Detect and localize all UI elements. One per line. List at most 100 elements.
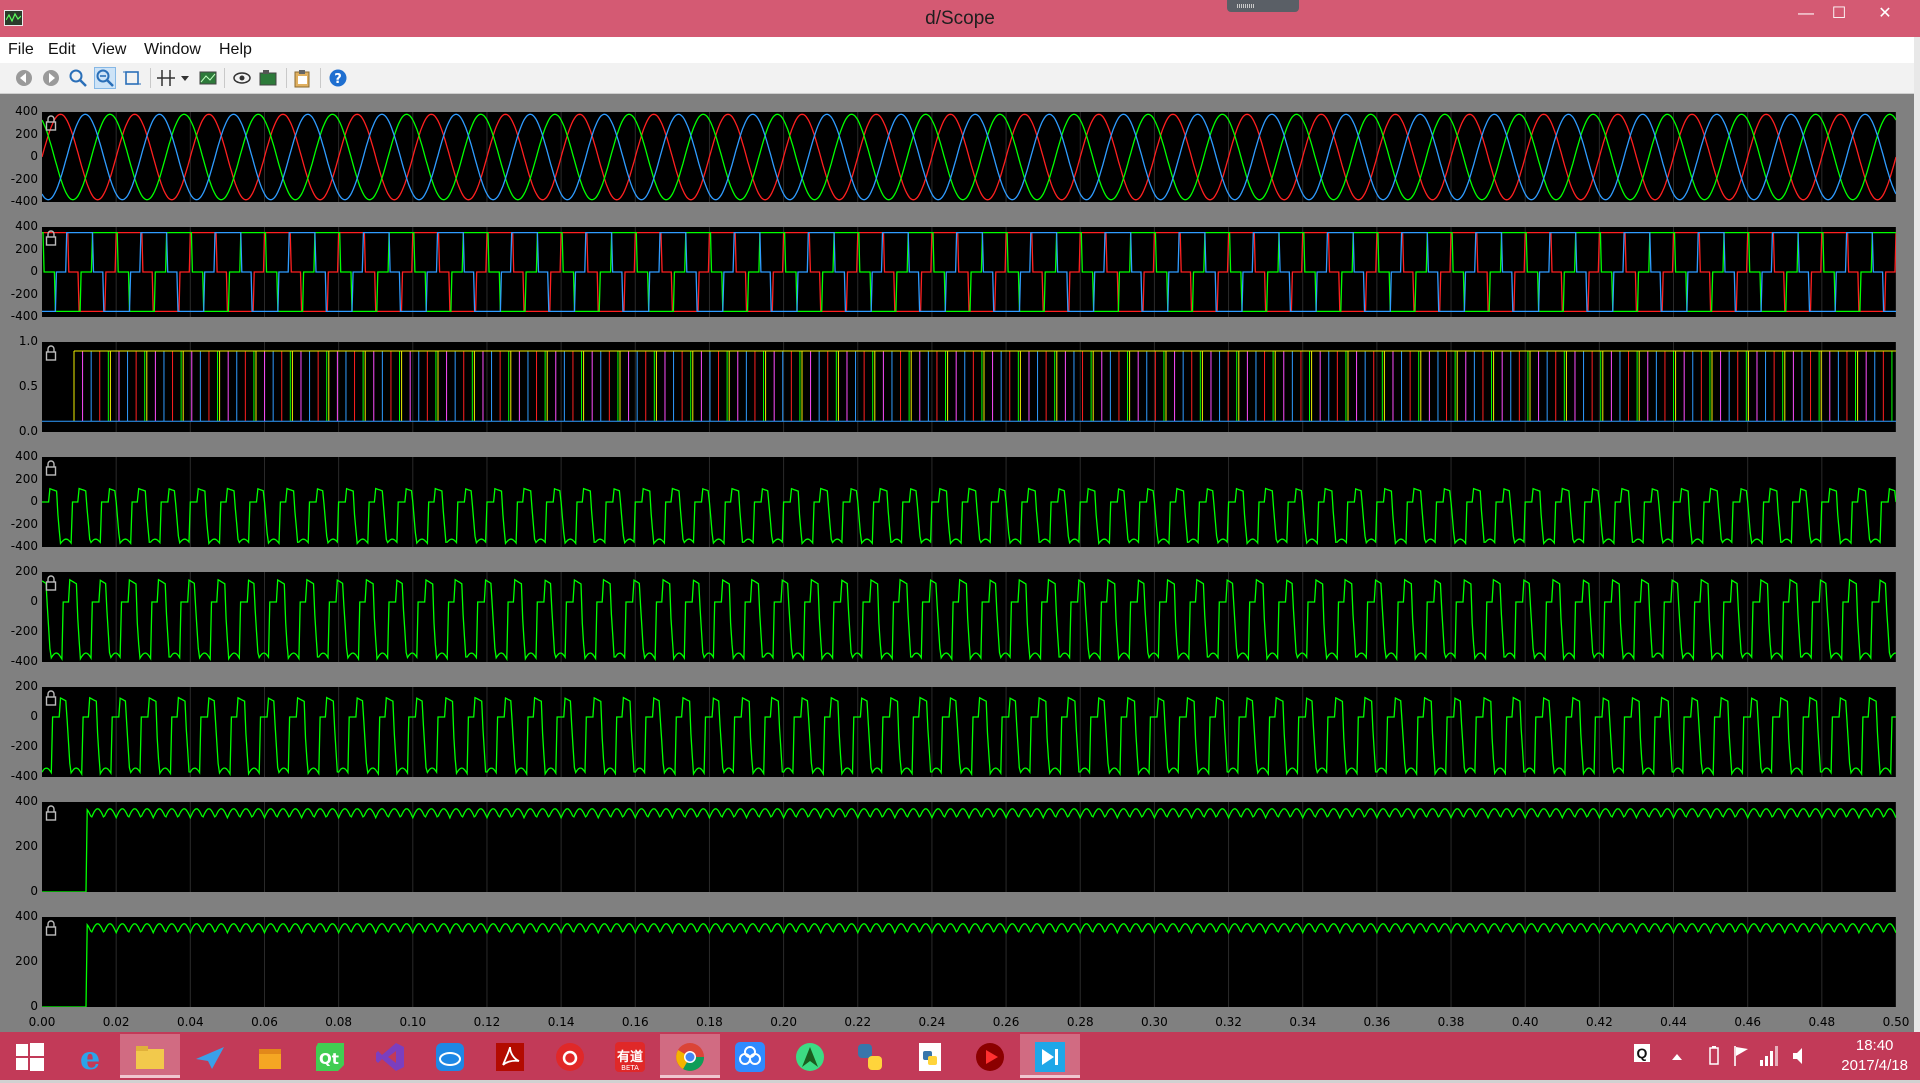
y-tick-label: 0 [30,494,38,508]
x-tick-label: 0.28 [1066,1015,1094,1029]
y-tick-label: 400 [15,909,38,923]
y-tick-label: 200 [15,126,38,141]
toolbar: ? [0,63,1914,94]
visual-studio-icon [374,1041,406,1073]
acrobat-taskbar-button[interactable] [480,1034,540,1078]
scope-panel-5[interactable] [42,572,1896,662]
panel-lock-icon[interactable] [45,690,57,706]
scope-trace-2 [42,227,1896,317]
y-tick-label: 400 [15,219,38,233]
scope-panel-3[interactable] [42,342,1896,432]
network-icon[interactable] [1758,1032,1778,1080]
windows-start-taskbar-button[interactable] [0,1034,60,1078]
flag-icon[interactable] [1732,1032,1750,1080]
tray-q-icon[interactable]: Q [1632,1032,1654,1080]
tray-expand-icon[interactable] [1670,1032,1684,1080]
y-tick-label: 0.0 [18,424,38,438]
y-tick-label: 200 [15,839,38,853]
cursor-icon[interactable] [156,68,176,88]
x-tick-label: 0.24 [918,1015,946,1029]
y-tick-label: 0 [30,264,38,278]
svg-text:e: e [80,1041,100,1073]
netease-music-icon [554,1041,586,1073]
dscope-taskbar-button[interactable] [1020,1034,1080,1078]
scope-trace-3 [42,342,1896,432]
volume-icon[interactable] [1790,1032,1810,1080]
zoom-out-icon[interactable] [94,67,116,89]
python-taskbar-button[interactable] [840,1034,900,1078]
maximize-button[interactable]: ☐ [1822,0,1856,30]
netease-music-taskbar-button[interactable] [540,1034,600,1078]
y-tick-label: 200 [15,241,38,256]
menu-window[interactable]: Window [144,41,201,59]
y-tick-label: -200 [10,739,38,753]
box-app-taskbar-button[interactable] [240,1034,300,1078]
cloud-app-taskbar-button[interactable] [420,1034,480,1078]
x-tick-label: 0.48 [1808,1015,1836,1029]
python-file-icon [914,1041,946,1073]
scope-panel-4[interactable] [42,457,1896,547]
qt-taskbar-button[interactable]: Qt [300,1034,360,1078]
title-grip[interactable] [1227,0,1299,12]
bird-app-taskbar-button[interactable] [180,1034,240,1078]
youdao-taskbar-button[interactable]: 有道 BETA [600,1034,660,1078]
youdao-beta-badge: BETA [621,1064,639,1072]
scope-panel-6[interactable] [42,687,1896,777]
scope-panel-1[interactable] [42,112,1896,202]
menu-bar: File Edit View Window Help [0,37,1914,63]
panel-lock-icon[interactable] [45,345,57,361]
y-tick-label: 0 [30,884,38,898]
file-explorer-icon [134,1041,166,1073]
signal-series-1 [42,113,1896,201]
scope-panel-8[interactable] [42,917,1896,1007]
panel-lock-icon[interactable] [45,460,57,476]
menu-help[interactable]: Help [219,41,252,59]
clipboard-icon[interactable] [292,68,312,88]
forward-icon[interactable] [41,68,61,88]
image-icon[interactable] [198,68,218,88]
panel-lock-icon[interactable] [45,805,57,821]
help-icon[interactable]: ? [328,68,348,88]
back-icon[interactable] [14,68,34,88]
x-tick-label: 0.40 [1511,1015,1539,1029]
scope-plot-area[interactable]: 400 200 0 -200 -400 400 200 0 -200 -400 1.0 0.5 0.0 4… [0,94,1914,1032]
battery-icon[interactable] [1707,1032,1721,1080]
android-studio-taskbar-button[interactable] [780,1034,840,1078]
python-file-taskbar-button[interactable] [900,1034,960,1078]
eye-icon[interactable] [232,68,252,88]
x-tick-label: 0.18 [696,1015,723,1029]
panel-lock-icon[interactable] [45,230,57,246]
y-tick-label: 400 [15,449,38,463]
zoom-in-icon[interactable] [68,68,88,88]
signal-series-1 [42,487,1896,546]
camera-icon[interactable] [258,68,278,88]
media-player-taskbar-button[interactable] [960,1034,1020,1078]
android-studio-icon [794,1041,826,1073]
chrome-taskbar-button[interactable] [660,1034,720,1078]
minimize-button[interactable]: — [1789,0,1823,30]
internet-explorer-taskbar-button[interactable]: e [60,1034,120,1078]
y-tick-label: -400 [10,309,38,323]
y-tick-label: 0 [30,709,38,723]
scope-panel-7[interactable] [42,802,1896,892]
file-explorer-taskbar-button[interactable] [120,1034,180,1078]
dropdown-icon[interactable] [180,68,190,88]
panel-lock-icon[interactable] [45,920,57,936]
youdao-label: 有道 [616,1050,643,1065]
taskbar-clock[interactable]: 18:40 2017/4/18 [1841,1036,1908,1076]
menu-file[interactable]: File [8,41,34,59]
zoom-box-icon[interactable] [122,68,142,88]
dscope-icon [1034,1041,1066,1073]
clock-time: 18:40 [1855,1037,1894,1054]
x-tick-label: 0.46 [1734,1015,1762,1029]
close-button[interactable]: ✕ [1862,0,1908,30]
panel-lock-icon[interactable] [45,575,57,591]
visual-studio-taskbar-button[interactable] [360,1034,420,1078]
baidu-cloud-taskbar-button[interactable] [720,1034,780,1078]
panel-lock-icon[interactable] [45,115,57,131]
x-tick-label: 0.36 [1363,1015,1391,1029]
scope-panel-2[interactable] [42,227,1896,317]
x-tick-label: 0.06 [251,1015,278,1029]
menu-edit[interactable]: Edit [48,41,76,59]
menu-view[interactable]: View [92,41,126,59]
